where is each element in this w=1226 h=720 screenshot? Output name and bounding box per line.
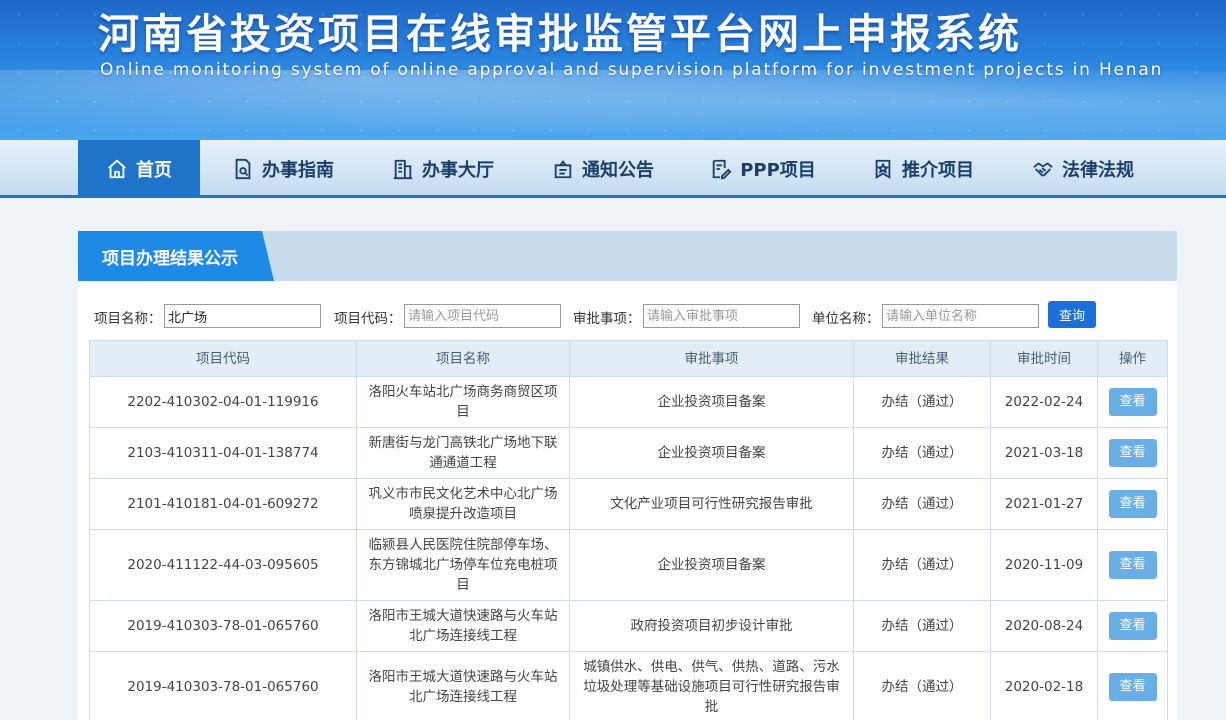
nav-label-hall: 办事大厅: [422, 160, 494, 181]
cell-name: 洛阳市王城大道快速路与火车站北广场连接线工程: [356, 600, 570, 652]
table-header-row: 项目代码 项目名称 审批事项 审批结果 审批时间 操作: [89, 340, 1168, 377]
results-panel: 项目办理结果公示 项目名称： 项目代码： 审批事项： 单位名称： 查询 项目代码…: [78, 231, 1177, 720]
header-action: 操作: [1097, 340, 1168, 377]
view-button[interactable]: 查看: [1108, 551, 1157, 579]
approval-item-input[interactable]: [643, 304, 800, 328]
view-button[interactable]: 查看: [1108, 673, 1157, 701]
header-project-name: 项目名称: [356, 340, 570, 377]
nav-item-ppp[interactable]: PPP项目: [696, 140, 830, 198]
building-icon: [392, 158, 414, 180]
nav-item-promote[interactable]: 推介项目: [856, 140, 990, 198]
nav-label-notice: 通知公告: [582, 160, 654, 181]
view-button[interactable]: 查看: [1108, 612, 1157, 640]
project-name-input[interactable]: [164, 304, 321, 328]
project-code-label: 项目代码：: [334, 311, 402, 327]
guide-doc-icon: [232, 158, 254, 180]
cell-action: 查看: [1097, 478, 1168, 530]
view-button[interactable]: 查看: [1108, 490, 1157, 518]
results-table: 项目代码 项目名称 审批事项 审批结果 审批时间 操作 2202-410302-…: [89, 340, 1168, 720]
project-name-label: 项目名称：: [94, 311, 162, 327]
cell-action: 查看: [1097, 600, 1168, 652]
nav-item-hall[interactable]: 办事大厅: [376, 140, 510, 198]
cell-action: 查看: [1097, 651, 1168, 720]
nav-item-home[interactable]: 首页: [78, 140, 200, 198]
cell-item: 城镇供水、供电、供气、供热、道路、污水垃圾处理等基础设施项目可行性研究报告审批: [569, 651, 854, 720]
header-approval-date: 审批时间: [990, 340, 1098, 377]
cell-date: 2020-11-09: [990, 529, 1098, 601]
header-approval-result: 审批结果: [853, 340, 991, 377]
home-icon: [106, 158, 128, 180]
cell-date: 2020-08-24: [990, 600, 1098, 652]
cell-date: 2020-02-18: [990, 651, 1098, 720]
cell-result: 办结（通过）: [853, 529, 991, 601]
cell-action: 查看: [1097, 376, 1168, 428]
cell-item: 文化产业项目可行性研究报告审批: [569, 478, 854, 530]
cell-code: 2020-411122-44-03-095605: [89, 529, 357, 601]
cell-code: 2019-410303-78-01-065760: [89, 651, 357, 720]
search-button[interactable]: 查询: [1048, 301, 1096, 328]
cell-code: 2103-410311-04-01-138774: [89, 427, 357, 479]
nav-label-home: 首页: [136, 160, 172, 181]
cell-result: 办结（通过）: [853, 600, 991, 652]
star-badge-icon: [872, 158, 894, 180]
header-banner: 河南省投资项目在线审批监管平台网上申报系统 Online monitoring …: [0, 0, 1226, 140]
nav-item-notice[interactable]: 通知公告: [536, 140, 670, 198]
approval-item-label: 审批事项：: [573, 311, 641, 327]
cell-date: 2021-03-18: [990, 427, 1098, 479]
table-row: 2103-410311-04-01-138774 新唐街与龙门高铁北广场地下联通…: [89, 427, 1168, 479]
view-button[interactable]: 查看: [1108, 439, 1157, 467]
unit-name-input[interactable]: [882, 304, 1039, 328]
cell-code: 2101-410181-04-01-609272: [89, 478, 357, 530]
cell-name: 巩义市市民文化艺术中心北广场喷泉提升改造项目: [356, 478, 570, 530]
handshake-icon: [1032, 158, 1054, 180]
cell-item: 企业投资项目备案: [569, 529, 854, 601]
cell-result: 办结（通过）: [853, 427, 991, 479]
cell-code: 2019-410303-78-01-065760: [89, 600, 357, 652]
table-row: 2202-410302-04-01-119916 洛阳火车站北广场商务商贸区项目…: [89, 376, 1168, 428]
cell-item: 企业投资项目备案: [569, 376, 854, 428]
cell-item: 企业投资项目备案: [569, 427, 854, 479]
site-title: 河南省投资项目在线审批监管平台网上申报系统: [98, 10, 1022, 58]
table-row: 2019-410303-78-01-065760 洛阳市王城大道快速路与火车站北…: [89, 651, 1168, 720]
view-button[interactable]: 查看: [1108, 388, 1157, 416]
site-subtitle: Online monitoring system of online appro…: [100, 60, 1164, 80]
cell-item: 政府投资项目初步设计审批: [569, 600, 854, 652]
nav-item-law[interactable]: 法律法规: [1016, 140, 1150, 198]
unit-name-label: 单位名称：: [812, 311, 880, 327]
table-row: 2020-411122-44-03-095605 临颍县人民医院住院部停车场、东…: [89, 529, 1168, 601]
cell-name: 洛阳市王城大道快速路与火车站北广场连接线工程: [356, 651, 570, 720]
cell-date: 2022-02-24: [990, 376, 1098, 428]
main-nav: 首页 办事指南 办事大厅 通知公告 PPP项目 推介项目 法律法规: [0, 140, 1226, 198]
cell-action: 查看: [1097, 427, 1168, 479]
cell-name: 临颍县人民医院住院部停车场、东方锦城北广场停车位充电桩项目: [356, 529, 570, 601]
header-approval-item: 审批事项: [569, 340, 854, 377]
nav-label-ppp: PPP项目: [740, 160, 816, 181]
project-code-input[interactable]: [404, 304, 561, 328]
nav-item-guide[interactable]: 办事指南: [216, 140, 350, 198]
cell-result: 办结（通过）: [853, 376, 991, 428]
cell-result: 办结（通过）: [853, 478, 991, 530]
cell-name: 新唐街与龙门高铁北广场地下联通通道工程: [356, 427, 570, 479]
header-project-code: 项目代码: [89, 340, 357, 377]
table-row: 2101-410181-04-01-609272 巩义市市民文化艺术中心北广场喷…: [89, 478, 1168, 530]
table-row: 2019-410303-78-01-065760 洛阳市王城大道快速路与火车站北…: [89, 600, 1168, 652]
edit-doc-icon: [710, 158, 732, 180]
panel-title: 项目办理结果公示: [78, 231, 274, 281]
search-bar: 项目名称： 项目代码： 审批事项： 单位名称： 查询: [78, 301, 1177, 331]
nav-label-guide: 办事指南: [262, 160, 334, 181]
cell-date: 2021-01-27: [990, 478, 1098, 530]
cell-code: 2202-410302-04-01-119916: [89, 376, 357, 428]
panel-header: 项目办理结果公示: [78, 231, 1177, 281]
cell-action: 查看: [1097, 529, 1168, 601]
nav-label-promote: 推介项目: [902, 160, 974, 181]
cell-result: 办结（通过）: [853, 651, 991, 720]
notice-icon: [552, 158, 574, 180]
cell-name: 洛阳火车站北广场商务商贸区项目: [356, 376, 570, 428]
nav-label-law: 法律法规: [1062, 160, 1134, 181]
